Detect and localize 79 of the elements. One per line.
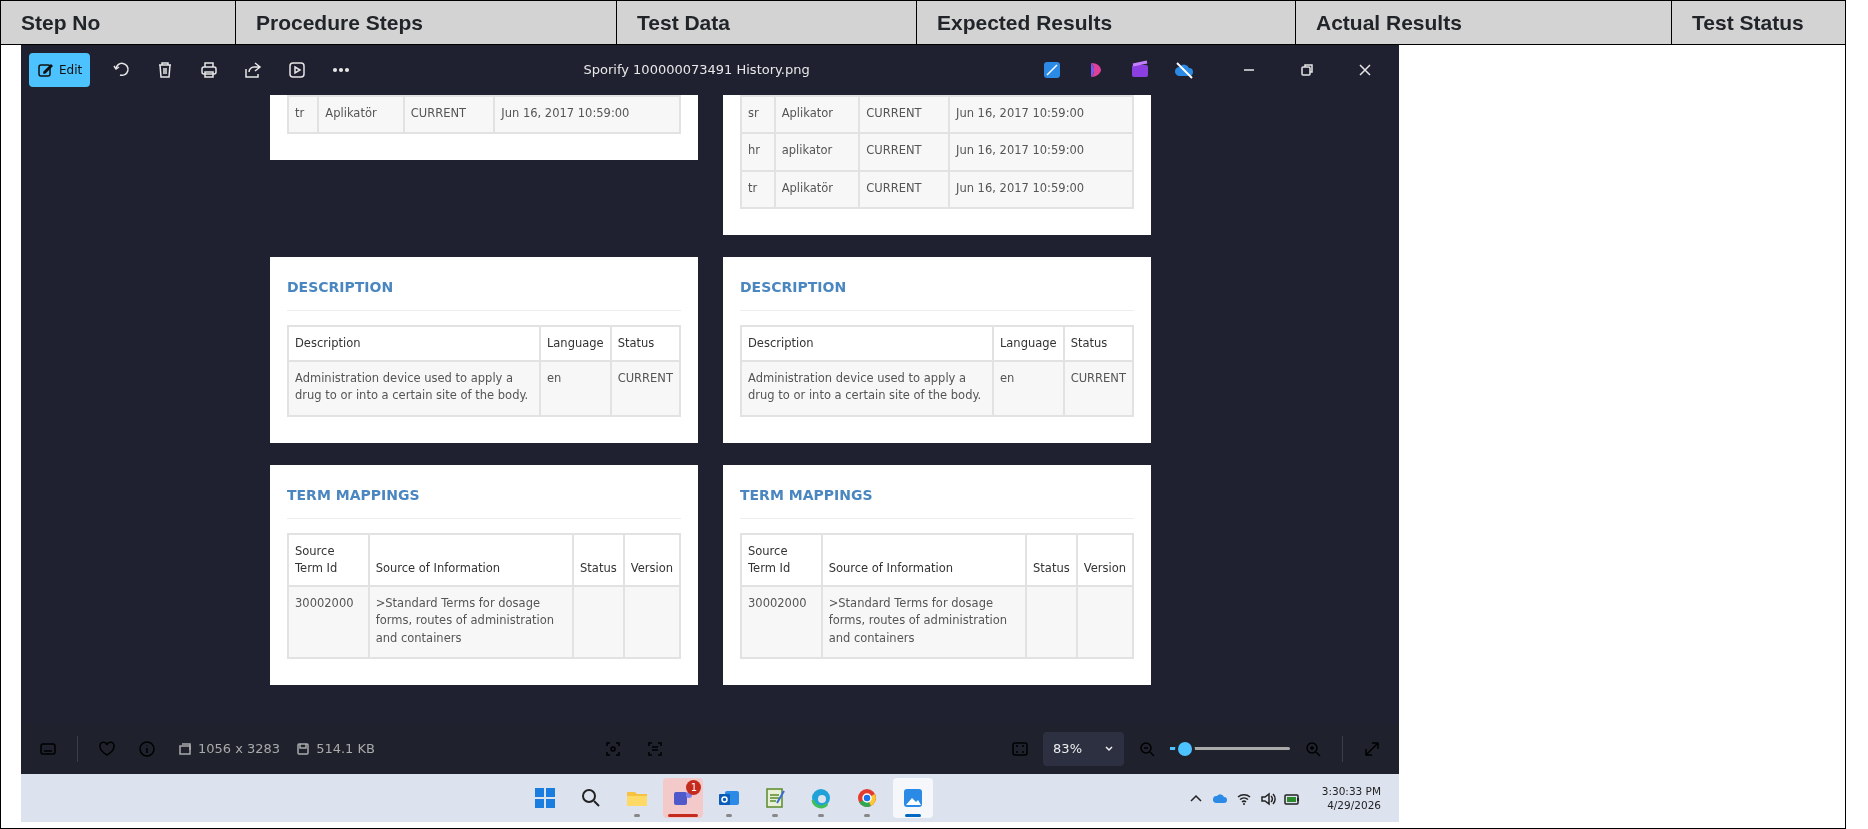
table-cell: Aplikatör (325, 106, 377, 120)
image-app-icon[interactable] (1042, 60, 1062, 80)
column-header: Procedure Steps (235, 0, 617, 45)
caret-icon (1104, 743, 1114, 754)
windows-icon (533, 786, 558, 810)
column-header: Source Term Id (288, 533, 369, 586)
cloud-off-icon[interactable] (1174, 60, 1194, 80)
image-dimensions: 1056 x 3283 (198, 739, 281, 758)
table-cell: Jun 16, 2017 10:59:00 (956, 106, 1085, 120)
notepad-icon (763, 786, 788, 810)
table-cell: CURRENT (866, 106, 922, 120)
play-icon[interactable] (287, 60, 308, 80)
file-size: 514.1 KB (316, 739, 375, 758)
table-cell: >Standard Terms for dosage forms, routes of administration and containers (828, 596, 1008, 645)
column-header: Status (573, 533, 624, 586)
table-cell: Jun 16, 2017 10:59:00 (956, 180, 1085, 195)
table-cell: 30002000 (295, 596, 354, 610)
taskbar-app[interactable]: 1 (663, 778, 704, 818)
running-indicator (668, 814, 699, 817)
running-indicator (726, 814, 733, 817)
column-header: Source Term Id (741, 533, 822, 586)
table-cell: tr (748, 180, 758, 195)
column-header: Description (288, 325, 540, 361)
printer-icon[interactable] (199, 60, 220, 80)
section-heading: TERM MAPPINGS (287, 484, 681, 519)
table-cell: Administration device used to apply a drug to or into a certain site of the body. (295, 371, 529, 403)
table-cell: CURRENT (1070, 371, 1126, 385)
table-cell: Aplikator (781, 106, 834, 120)
table-cell: aplikator (781, 143, 833, 158)
table-cell: en (999, 371, 1015, 385)
table-cell: >Standard Terms for dosage forms, routes of administration and containers (375, 596, 555, 645)
column-header: Source of Information (368, 533, 574, 586)
film-app-icon[interactable] (1130, 60, 1150, 80)
table-cell: en (546, 371, 562, 385)
column-header: Status (610, 325, 680, 361)
column-header: Actual Results (1295, 0, 1672, 45)
clock-time: 3:30:33 PM (1321, 783, 1381, 798)
table-cell: hr (748, 143, 761, 158)
column-header: Test Status (1671, 0, 1846, 45)
section-heading: TERM MAPPINGS (740, 484, 1134, 519)
table-cell: Aplikatör (781, 180, 834, 195)
column-header: Status (1026, 533, 1077, 586)
column-header: Test Data (616, 0, 917, 45)
table-cell: Jun 16, 2017 10:59:00 (956, 143, 1085, 158)
window-title: Sporify 100000073491 History.png (582, 61, 811, 80)
table-cell: Jun 16, 2017 10:59:00 (501, 106, 630, 120)
column-header: Version (623, 533, 680, 586)
column-header: Status (1063, 325, 1133, 361)
running-indicator (905, 814, 922, 817)
edit-button[interactable]: Edit (29, 53, 91, 87)
column-header: Language (539, 325, 611, 361)
volume-icon[interactable] (1259, 790, 1276, 807)
share-icon[interactable] (243, 60, 264, 80)
table-cell: 30002000 (748, 596, 807, 610)
edit-icon (37, 62, 53, 78)
table-cell: CURRENT (866, 143, 922, 158)
column-header: Expected Results (916, 0, 1296, 45)
column-header: Source of Information (821, 533, 1027, 586)
table-cell: CURRENT (866, 180, 922, 195)
taskbar-app[interactable] (893, 778, 934, 818)
column-header: Language (992, 325, 1064, 361)
table-cell: CURRENT (410, 106, 467, 120)
notification-badge: 1 (686, 780, 702, 795)
zoom-dropdown[interactable]: 83% (1043, 731, 1124, 766)
table-cell: tr (295, 106, 305, 120)
running-indicator (634, 814, 641, 817)
dimensions-icon (178, 741, 192, 756)
column-header: Version (1076, 533, 1133, 586)
table-cell: Administration device used to apply a drug to or into a certain site of the body. (748, 371, 982, 403)
running-indicator (864, 814, 871, 817)
column-header: Description (741, 325, 993, 361)
table-cell: CURRENT (617, 371, 673, 385)
section-heading: DESCRIPTION (740, 276, 1134, 311)
running-indicator (818, 814, 825, 817)
clock-date: 4/29/2026 (1326, 798, 1381, 813)
column-header: Step No (0, 0, 236, 45)
running-indicator (772, 814, 779, 817)
section-heading: DESCRIPTION (287, 276, 681, 311)
table-cell: sr (748, 106, 759, 120)
